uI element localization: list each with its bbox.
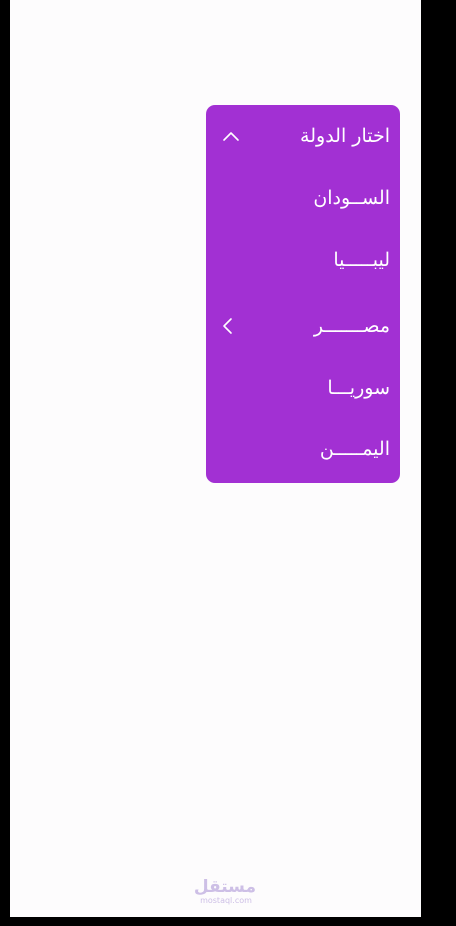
watermark-logo: مستقل mostaql.com bbox=[193, 877, 256, 905]
dropdown-header[interactable]: اختار الدولة bbox=[206, 105, 400, 167]
dropdown-item-sudan[interactable]: الســودان bbox=[206, 167, 400, 229]
app-screen: اختار الدولة الســودان ليبـــــيا مصــــ… bbox=[10, 0, 421, 917]
dropdown-title: اختار الدولة bbox=[300, 124, 390, 147]
country-dropdown: اختار الدولة الســودان ليبـــــيا مصــــ… bbox=[206, 105, 400, 483]
dropdown-item-label: سوريـــا bbox=[327, 376, 390, 399]
dropdown-item-yemen[interactable]: اليمـــــن bbox=[206, 418, 400, 480]
watermark-domain: mostaql.com bbox=[200, 896, 252, 905]
chevron-left-icon bbox=[218, 316, 238, 336]
dropdown-item-egypt[interactable]: مصـــــــر bbox=[206, 295, 400, 357]
chevron-up-icon[interactable] bbox=[221, 126, 241, 146]
dropdown-item-syria[interactable]: سوريـــا bbox=[206, 357, 400, 419]
dropdown-item-label: الســودان bbox=[313, 186, 390, 209]
dropdown-item-label: اليمـــــن bbox=[319, 437, 390, 460]
watermark-brand: مستقل bbox=[193, 877, 256, 897]
dropdown-item-libya[interactable]: ليبـــــيا bbox=[206, 229, 400, 291]
dropdown-item-label: مصـــــــر bbox=[313, 314, 390, 337]
dropdown-item-label: ليبـــــيا bbox=[333, 248, 390, 271]
